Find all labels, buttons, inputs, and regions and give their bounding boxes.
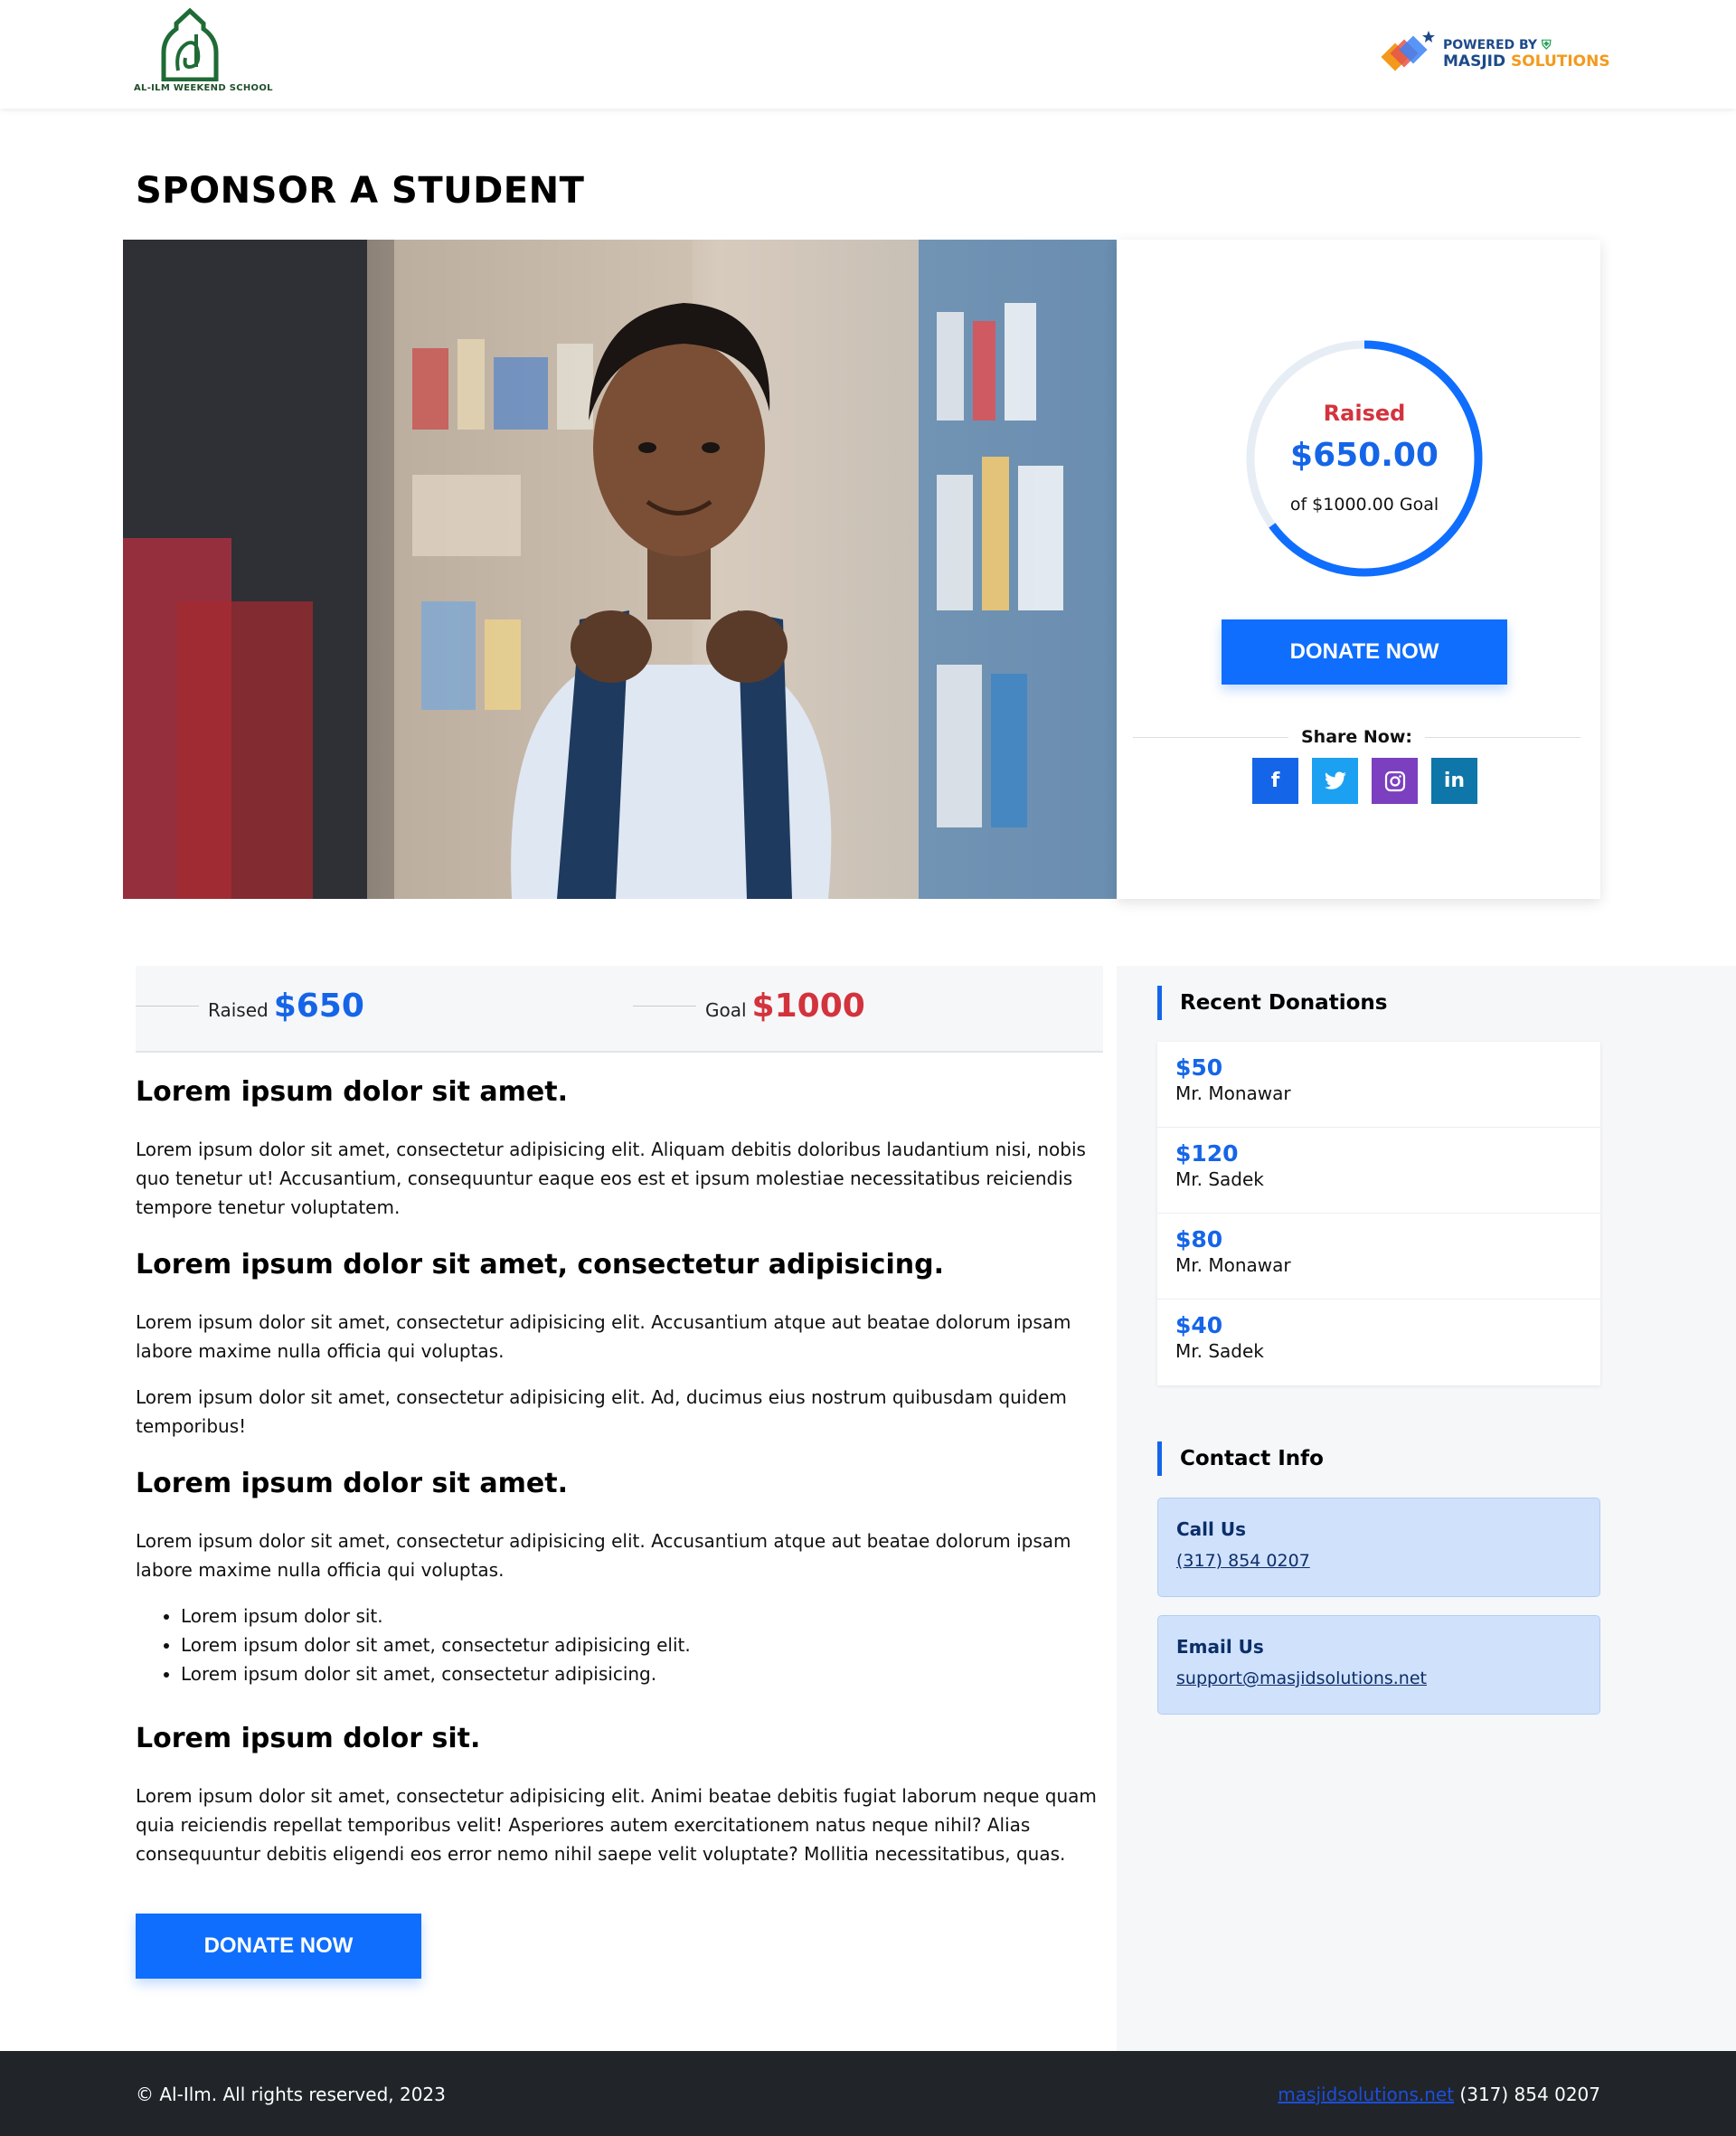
email-link[interactable]: support@masjidsolutions.net xyxy=(1176,1668,1427,1688)
raised-label: Raised xyxy=(1323,401,1406,426)
section-heading: Lorem ipsum dolor sit. xyxy=(136,1723,481,1754)
email-us-label: Email Us xyxy=(1176,1636,1264,1658)
paragraph: Lorem ipsum dolor sit amet, consectetur … xyxy=(136,1386,1067,1437)
goal-stat: Goal $1000 xyxy=(633,988,865,1025)
social-share-buttons: f in xyxy=(1252,758,1477,804)
footer-phone: (317) 854 0207 xyxy=(1459,2084,1600,2105)
list-item: Lorem ipsum dolor sit amet, consectetur … xyxy=(181,1659,1103,1688)
call-us-card: Call Us (317) 854 0207 xyxy=(1157,1498,1600,1597)
list-item: $80 Mr. Monawar xyxy=(1157,1214,1600,1300)
donate-now-button-bottom[interactable]: DONATE NOW xyxy=(136,1914,421,1979)
brand-primary: MASJID xyxy=(1443,52,1506,71)
powered-by-label: POWERED BY xyxy=(1443,38,1538,52)
school-logo[interactable]: AL-ILM WEEKEND SCHOOL xyxy=(134,7,273,101)
copyright-text: © Al-Ilm. All rights reserved, 2023 xyxy=(136,2084,446,2105)
share-label: Share Now: xyxy=(1301,727,1413,747)
raised-stat-value: $650 xyxy=(273,988,364,1025)
mosque-logo-icon xyxy=(161,7,219,81)
site-footer: © Al-Ilm. All rights reserved, 2023 masj… xyxy=(0,2051,1736,2136)
brand-secondary: SOLUTIONS xyxy=(1511,52,1610,71)
campaign-card: Raised $650.00 of $1000.00 Goal DONATE N… xyxy=(1117,240,1600,899)
section-heading: Lorem ipsum dolor sit amet, consectetur … xyxy=(136,1249,944,1281)
recent-donations-list: $50 Mr. Monawar $120 Mr. Sadek $80 Mr. M… xyxy=(1157,1042,1600,1385)
donor-name: Mr. Monawar xyxy=(1175,1082,1291,1104)
divider xyxy=(1425,736,1581,738)
donation-amount: $120 xyxy=(1175,1140,1239,1167)
donate-now-button[interactable]: DONATE NOW xyxy=(1222,619,1507,685)
facebook-icon[interactable]: f xyxy=(1252,758,1298,804)
list-item: $120 Mr. Sadek xyxy=(1157,1128,1600,1214)
masjid-solutions-logo-icon xyxy=(1378,27,1439,81)
raised-amount: $650.00 xyxy=(1290,437,1439,474)
donation-amount: $50 xyxy=(1175,1054,1223,1081)
donor-name: Mr. Monawar xyxy=(1175,1254,1291,1276)
paragraph: Lorem ipsum dolor sit amet, consectetur … xyxy=(136,1139,1086,1218)
stats-bar: Raised $650 Goal $1000 xyxy=(136,966,1103,1053)
bullet-list: Lorem ipsum dolor sit. Lorem ipsum dolor… xyxy=(181,1602,1103,1688)
section-heading: Lorem ipsum dolor sit amet. xyxy=(136,1076,568,1108)
raised-stat: Raised $650 xyxy=(136,988,364,1025)
footer-contact: masjidsolutions.net (317) 854 0207 xyxy=(1278,2084,1600,2105)
shield-icon: ⛨ xyxy=(1541,38,1552,52)
list-item: $40 Mr. Sadek xyxy=(1157,1300,1600,1385)
logo-text: AL-ILM WEEKEND SCHOOL xyxy=(134,83,273,93)
footer-website-link[interactable]: masjidsolutions.net xyxy=(1278,2084,1454,2105)
instagram-icon[interactable] xyxy=(1372,758,1418,804)
campaign-description: Lorem ipsum dolor sit amet. Lorem ipsum … xyxy=(136,1076,1103,1886)
phone-link[interactable]: (317) 854 0207 xyxy=(1176,1551,1310,1571)
donation-amount: $40 xyxy=(1175,1312,1223,1338)
site-header: AL-ILM WEEKEND SCHOOL POWERED BY ⛨ MASJI… xyxy=(0,0,1736,109)
email-us-card: Email Us support@masjidsolutions.net xyxy=(1157,1615,1600,1715)
progress-ring: Raised $650.00 of $1000.00 Goal xyxy=(1245,339,1484,578)
donation-amount: $80 xyxy=(1175,1226,1223,1252)
divider xyxy=(633,1006,696,1007)
divider xyxy=(136,1006,199,1007)
list-item: Lorem ipsum dolor sit. xyxy=(181,1602,1103,1630)
student-photo xyxy=(123,240,1117,899)
paragraph: Lorem ipsum dolor sit amet, consectetur … xyxy=(136,1311,1071,1362)
linkedin-icon[interactable]: in xyxy=(1431,758,1477,804)
call-us-label: Call Us xyxy=(1176,1518,1246,1540)
page-title: SPONSOR A STUDENT xyxy=(136,170,585,212)
list-item: $50 Mr. Monawar xyxy=(1157,1042,1600,1128)
contact-info-title: Contact Info xyxy=(1157,1441,1324,1476)
section-heading: Lorem ipsum dolor sit amet. xyxy=(136,1468,568,1499)
list-item: Lorem ipsum dolor sit amet, consectetur … xyxy=(181,1630,1103,1659)
recent-donations-title: Recent Donations xyxy=(1157,986,1387,1020)
share-row: Share Now: xyxy=(1133,723,1581,751)
raised-stat-label: Raised xyxy=(208,999,269,1021)
twitter-icon[interactable] xyxy=(1312,758,1358,804)
goal-stat-value: $1000 xyxy=(751,988,865,1025)
goal-text: of $1000.00 Goal xyxy=(1289,495,1439,515)
goal-stat-label: Goal xyxy=(705,999,747,1021)
powered-by-badge[interactable]: POWERED BY ⛨ MASJID SOLUTIONS xyxy=(1378,27,1610,81)
paragraph: Lorem ipsum dolor sit amet, consectetur … xyxy=(136,1785,1097,1865)
divider xyxy=(1133,736,1288,738)
donor-name: Mr. Sadek xyxy=(1175,1168,1264,1190)
donor-name: Mr. Sadek xyxy=(1175,1340,1264,1362)
paragraph: Lorem ipsum dolor sit amet, consectetur … xyxy=(136,1530,1071,1581)
